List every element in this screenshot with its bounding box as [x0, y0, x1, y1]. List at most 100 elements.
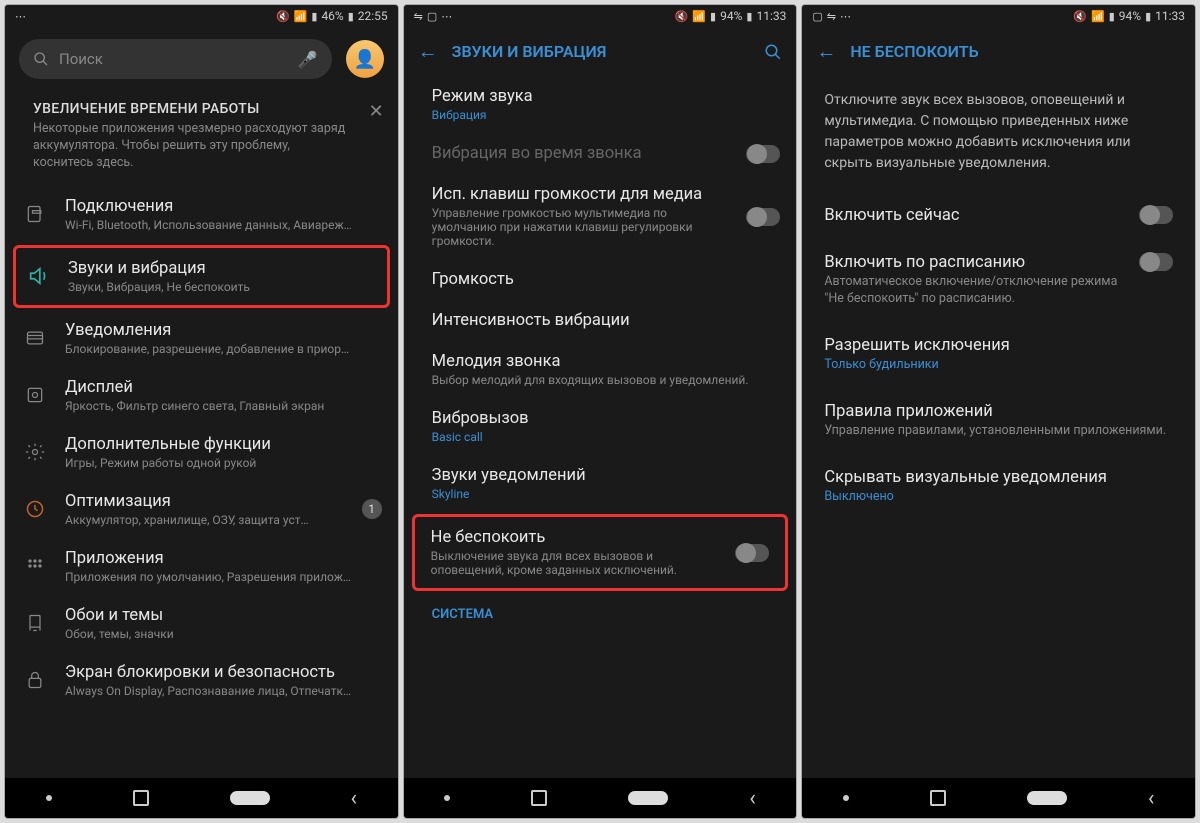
item-notification-sounds[interactable]: Звуки уведомлений Skyline: [404, 455, 797, 512]
advanced-icon: [21, 442, 49, 462]
settings-item-apps[interactable]: Приложения Приложения по умолчанию, Разр…: [5, 538, 398, 595]
search-placeholder: Поиск: [59, 50, 103, 68]
sounds-list: Режим звука Вибрация Вибрация во время з…: [404, 76, 797, 778]
tip-title: УВЕЛИЧЕНИЕ ВРЕМЕНИ РАБОТЫ: [33, 101, 382, 117]
nav-home-button[interactable]: [1027, 791, 1067, 805]
nav-home-button[interactable]: [230, 791, 270, 805]
screen-header: ← НЕ БЕСПОКОИТЬ: [802, 27, 1195, 76]
wifi-icon: 📶: [1091, 10, 1105, 23]
nav-recent-button[interactable]: [930, 790, 946, 806]
image-icon: ▢: [812, 10, 822, 23]
clock-text: 11:33: [756, 9, 786, 23]
toggle-switch[interactable]: [735, 544, 769, 562]
toggle-switch[interactable]: [1139, 206, 1173, 224]
apps-icon: [21, 556, 49, 576]
status-bar: ⇋ ▢ ⋯ 🔇 📶 ▮ 94% ▮ 11:33: [404, 5, 797, 27]
display-icon: [21, 385, 49, 405]
item-hide-visual[interactable]: Скрывать визуальные уведомления Выключен…: [802, 454, 1195, 520]
highlight-sounds: Звуки и вибрация Звуки, Вибрация, Не бес…: [13, 245, 390, 308]
signal-icon: ▮: [710, 10, 716, 23]
item-vibration-intensity[interactable]: Интенсивность вибрации: [404, 300, 797, 341]
mute-icon: 🔇: [675, 10, 689, 23]
mute-icon: 🔇: [1073, 10, 1087, 23]
battery-tip-card[interactable]: УВЕЛИЧЕНИЕ ВРЕМЕНИ РАБОТЫ Некоторые прил…: [5, 91, 398, 186]
dnd-screen: ▢ ⇋ ⋯ 🔇 📶 ▮ 94% ▮ 11:33 ← НЕ БЕСПОКОИТЬ …: [801, 4, 1196, 819]
settings-item-wallpaper[interactable]: Обои и темы Обои, темы, значки: [5, 595, 398, 652]
nav-bar: ‹: [404, 778, 797, 818]
nav-assistant[interactable]: [46, 795, 52, 801]
search-icon: [33, 51, 49, 67]
battery-icon: ▮: [348, 10, 354, 23]
signal-icon: ▮: [311, 10, 317, 23]
image-icon: ▢: [427, 10, 437, 23]
nav-back-button[interactable]: ‹: [1148, 786, 1155, 811]
item-app-rules[interactable]: Правила приложений Управление правилами,…: [802, 388, 1195, 454]
nav-recent-button[interactable]: [531, 790, 547, 806]
search-icon[interactable]: [764, 43, 782, 61]
nfc-icon: ⇋: [414, 10, 423, 23]
item-volume[interactable]: Громкость: [404, 259, 797, 300]
clock-text: 11:33: [1155, 9, 1185, 23]
toggle-switch[interactable]: [746, 208, 780, 226]
item-do-not-disturb[interactable]: Не беспокоить Выключение звука для всех …: [415, 517, 786, 588]
item-allow-exceptions[interactable]: Разрешить исключения Только будильники: [802, 322, 1195, 388]
item-volume-keys-media[interactable]: Исп. клавиш громкости для медиа Управлен…: [404, 174, 797, 259]
nav-recent-button[interactable]: [133, 790, 149, 806]
battery-text: 46%: [321, 9, 343, 23]
item-vibration-pattern[interactable]: Вибровызов Basic call: [404, 398, 797, 455]
battery-text: 94%: [720, 9, 742, 23]
settings-list: Подключения Wi-Fi, Bluetooth, Использова…: [5, 186, 398, 778]
settings-item-display[interactable]: Дисплей Яркость, Фильтр синего света, Гл…: [5, 367, 398, 424]
settings-item-connections[interactable]: Подключения Wi-Fi, Bluetooth, Использова…: [5, 186, 398, 243]
settings-item-sounds[interactable]: Звуки и вибрация Звуки, Вибрация, Не бес…: [16, 248, 387, 305]
search-input[interactable]: Поиск 🎤: [19, 39, 332, 79]
toggle-switch[interactable]: [1139, 253, 1173, 271]
item-ringtone[interactable]: Мелодия звонка Выбор мелодий для входящи…: [404, 341, 797, 398]
connections-icon: [21, 204, 49, 224]
sound-icon: [24, 265, 52, 287]
settings-item-lockscreen[interactable]: Экран блокировки и безопасность Always O…: [5, 652, 398, 709]
nav-home-button[interactable]: [628, 791, 668, 805]
signal-icon: ▮: [1109, 10, 1115, 23]
wifi-icon: 📶: [294, 10, 308, 23]
more-icon: ⋯: [840, 10, 851, 23]
screen-header: ← ЗВУКИ И ВИБРАЦИЯ: [404, 27, 797, 76]
section-system: СИСТЕМА: [404, 593, 797, 626]
item-vibrate-while-ring[interactable]: Вибрация во время звонка: [404, 133, 797, 174]
battery-icon: ▮: [746, 10, 752, 23]
more-icon: ⋯: [441, 10, 452, 23]
notifications-icon: [21, 328, 49, 348]
battery-text: 94%: [1119, 9, 1141, 23]
battery-icon: ▮: [1145, 10, 1151, 23]
dnd-content: Отключите звук всех вызовов, оповещений …: [802, 76, 1195, 778]
clock-text: 22:55: [358, 9, 388, 23]
back-arrow-icon[interactable]: ←: [816, 39, 836, 64]
mute-icon: 🔇: [276, 10, 290, 23]
page-title: ЗВУКИ И ВИБРАЦИЯ: [452, 42, 751, 61]
highlight-dnd: Не беспокоить Выключение звука для всех …: [412, 514, 789, 591]
search-header: Поиск 🎤 👤: [5, 27, 398, 91]
item-enable-now[interactable]: Включить сейчас: [802, 192, 1195, 239]
nav-bar: ‹: [5, 778, 398, 818]
settings-item-optimization[interactable]: Оптимизация Аккумулятор, хранилище, ОЗУ,…: [5, 481, 398, 538]
nav-assistant[interactable]: [444, 795, 450, 801]
settings-item-advanced[interactable]: Дополнительные функции Игры, Режим работ…: [5, 424, 398, 481]
page-title: НЕ БЕСПОКОИТЬ: [850, 42, 1181, 61]
toggle-switch[interactable]: [746, 145, 780, 163]
wallpaper-icon: [21, 613, 49, 633]
mic-icon[interactable]: 🎤: [298, 50, 318, 69]
close-icon[interactable]: ✕: [369, 101, 384, 122]
status-bar: ▢ ⇋ ⋯ 🔇 📶 ▮ 94% ▮ 11:33: [802, 5, 1195, 27]
settings-item-notifications[interactable]: Уведомления Блокирование, разрешение, до…: [5, 310, 398, 367]
badge-count: 1: [362, 499, 382, 519]
nav-back-button[interactable]: ‹: [351, 786, 358, 811]
item-enable-schedule[interactable]: Включить по расписанию Автоматическое вк…: [802, 239, 1195, 322]
profile-avatar[interactable]: 👤: [346, 40, 384, 78]
nav-back-button[interactable]: ‹: [749, 786, 756, 811]
nav-assistant[interactable]: [843, 795, 849, 801]
more-icon: ⋯: [15, 10, 26, 23]
back-arrow-icon[interactable]: ←: [418, 39, 438, 64]
optimization-icon: [21, 499, 49, 519]
item-sound-mode[interactable]: Режим звука Вибрация: [404, 76, 797, 133]
dnd-intro-text: Отключите звук всех вызовов, оповещений …: [802, 76, 1195, 192]
